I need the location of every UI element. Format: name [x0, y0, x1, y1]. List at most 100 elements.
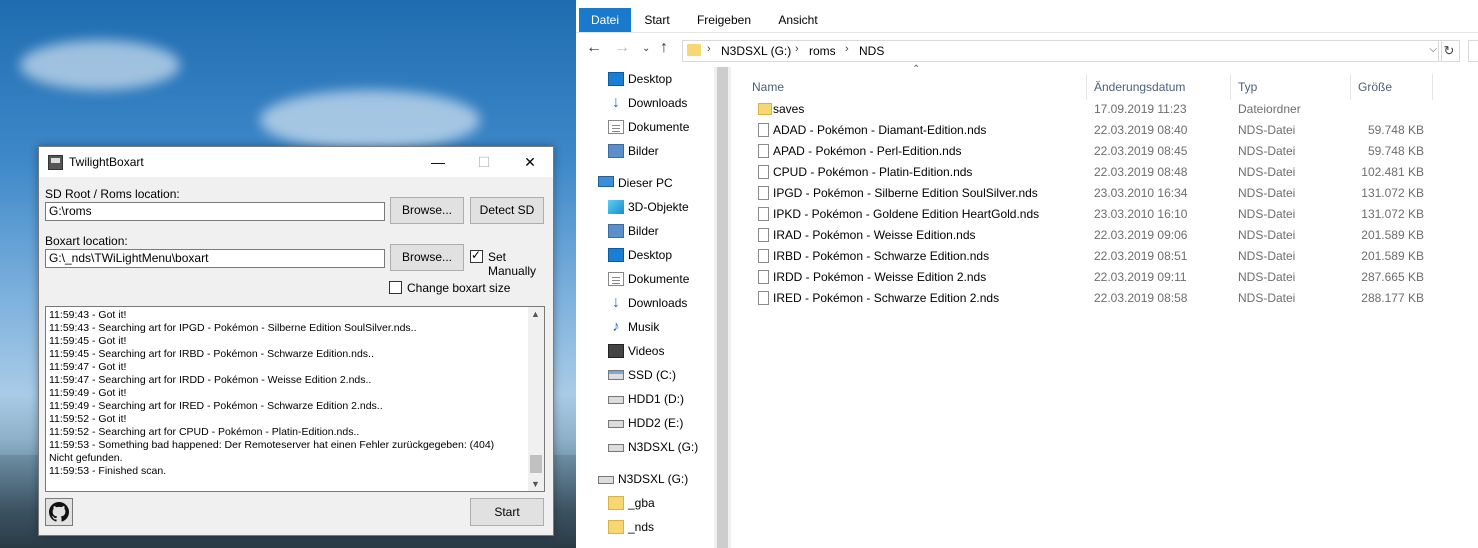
file-icon	[758, 249, 769, 263]
tab-freigeben[interactable]: Freigeben	[695, 8, 753, 32]
chevron-down-icon[interactable]: ⌵	[1429, 44, 1437, 55]
table-row[interactable]: IRAD - Pokémon - Weisse Edition.nds 22.03…	[732, 225, 1478, 246]
column-header-type[interactable]: Typ	[1238, 74, 1257, 100]
table-row[interactable]: saves 17.09.2019 11:23 Dateiordner	[732, 99, 1478, 120]
browse-boxart-button[interactable]: Browse...	[390, 244, 464, 271]
download-icon: ↓	[612, 294, 620, 311]
file-size: 287.665 KB	[1361, 270, 1424, 284]
twilightboxart-window: TwilightBoxart — ☐ ✕ SD Root / Roms loca…	[38, 146, 554, 536]
start-button[interactable]: Start	[470, 498, 544, 526]
change-boxart-size-label: Change boxart size	[407, 281, 511, 295]
table-row[interactable]: IPGD - Pokémon - Silberne Edition SoulSi…	[732, 183, 1478, 204]
change-boxart-size-checkbox[interactable]	[389, 281, 402, 294]
sidebar-item[interactable]: Videos	[608, 340, 712, 362]
column-header-size[interactable]: Größe	[1358, 74, 1392, 100]
boxart-location-input[interactable]: G:\_nds\TWiLightMenu\boxart	[45, 249, 385, 268]
sidebar-item-label: Dieser PC	[618, 176, 673, 190]
sidebar-item-label: 3D-Objekte	[628, 200, 689, 214]
sidebar-item[interactable]: N3DSXL (G:)	[598, 468, 712, 490]
column-header-name[interactable]: Name	[752, 74, 784, 100]
sidebar-item[interactable]: Dokumente	[608, 268, 712, 290]
tab-start[interactable]: Start	[642, 8, 672, 32]
log-scrollbar[interactable]: ▲ ▼	[528, 307, 544, 491]
nav-scrollbar[interactable]	[714, 67, 731, 548]
folder-icon	[608, 496, 624, 510]
log-line: 11:59:52 - Got it!	[49, 413, 127, 425]
refresh-icon[interactable]: ↻	[1438, 40, 1460, 62]
up-arrow-icon[interactable]: ↑	[660, 39, 668, 57]
chevron-right-icon[interactable]: ›	[845, 43, 849, 55]
file-type: NDS-Datei	[1238, 186, 1296, 200]
sidebar-item[interactable]: Dieser PC	[598, 172, 712, 194]
sidebar-item[interactable]: ♪ Musik	[608, 316, 712, 338]
table-row[interactable]: IRED - Pokémon - Schwarze Edition 2.nds 2…	[732, 288, 1478, 309]
scroll-thumb[interactable]	[530, 455, 542, 473]
download-icon: ↓	[612, 94, 620, 111]
sidebar-item[interactable]: _gba	[608, 492, 712, 514]
sidebar-item-label: Downloads	[628, 296, 688, 310]
tab-datei[interactable]: Datei	[579, 8, 631, 32]
sidebar-item-label: SSD (C:)	[628, 368, 676, 382]
sidebar-item-label: Desktop	[628, 248, 673, 262]
file-type: NDS-Datei	[1238, 270, 1296, 284]
sidebar-item[interactable]: HDD1 (D:)	[608, 388, 712, 410]
title-bar[interactable]: TwilightBoxart — ☐ ✕	[39, 147, 553, 177]
sidebar-item[interactable]: ↓ Downloads	[608, 292, 712, 314]
file-date: 22.03.2019 09:11	[1094, 270, 1187, 284]
address-row: ← → ⌄ ↑ › N3DSXL (G:) › roms › NDS ⌵ ↻	[576, 33, 1478, 67]
maximize-button[interactable]: ☐	[461, 147, 507, 177]
drive-icon	[598, 476, 614, 484]
log-textarea[interactable]: 11:59:43 - Got it! 11:59:43 - Searching a…	[45, 306, 545, 492]
sidebar-item[interactable]: SSD (C:)	[608, 364, 712, 386]
column-header-date[interactable]: Änderungsdatum	[1094, 74, 1185, 100]
table-row[interactable]: IRDD - Pokémon - Weisse Edition 2.nds 22.…	[732, 267, 1478, 288]
scroll-down-icon[interactable]: ▼	[531, 479, 540, 489]
back-arrow-icon[interactable]: ←	[586, 39, 602, 57]
github-button[interactable]	[45, 498, 73, 526]
log-line: 11:59:47 - Searching art for IRDD - Poké…	[49, 374, 372, 386]
sidebar-item[interactable]: _nds	[608, 516, 712, 538]
file-type: NDS-Datei	[1238, 249, 1296, 263]
chevron-right-icon[interactable]: ›	[795, 43, 799, 55]
file-date: 22.03.2019 08:40	[1094, 123, 1188, 137]
recent-dropdown-icon[interactable]: ⌄	[642, 43, 650, 54]
file-size: 201.589 KB	[1361, 249, 1424, 263]
sidebar-item[interactable]: 3D-Objekte	[608, 196, 712, 218]
breadcrumb-drive[interactable]: N3DSXL (G:)	[721, 44, 791, 58]
sidebar-item[interactable]: Desktop📌	[608, 68, 729, 90]
minimize-button[interactable]: —	[415, 147, 461, 177]
sidebar-item[interactable]: ↓Downloads📌	[608, 92, 729, 114]
breadcrumb-nds[interactable]: NDS	[859, 44, 884, 58]
tab-ansicht[interactable]: Ansicht	[776, 8, 820, 32]
table-row[interactable]: IRBD - Pokémon - Schwarze Edition.nds 22.…	[732, 246, 1478, 267]
address-bar[interactable]: › N3DSXL (G:) › roms › NDS ⌵	[682, 40, 1442, 62]
sidebar-item-label: Dokumente	[628, 272, 690, 286]
file-type: NDS-Datei	[1238, 144, 1296, 158]
file-name: IRAD - Pokémon - Weisse Edition.nds	[773, 228, 976, 242]
ssd-icon	[608, 370, 624, 380]
scroll-thumb[interactable]	[717, 67, 728, 548]
table-row[interactable]: IPKD - Pokémon - Goldene Edition HeartGo…	[732, 204, 1478, 225]
sidebar-item[interactable]: Bilder	[608, 220, 712, 242]
close-button[interactable]: ✕	[507, 147, 553, 177]
file-size: 59.748 KB	[1367, 144, 1424, 158]
sidebar-item-label: Musik	[628, 320, 660, 334]
detect-sd-button[interactable]: Detect SD	[470, 197, 544, 224]
forward-arrow-icon[interactable]: →	[614, 39, 630, 57]
sidebar-item[interactable]: HDD2 (E:)	[608, 412, 712, 434]
sd-root-input[interactable]: G:\roms	[45, 202, 385, 221]
browse-sd-button[interactable]: Browse...	[390, 197, 464, 224]
table-row[interactable]: CPUD - Pokémon - Platin-Edition.nds 22.03…	[732, 162, 1478, 183]
sidebar-item[interactable]: Bilder📌	[608, 140, 729, 162]
table-row[interactable]: ADAD - Pokémon - Diamant-Edition.nds 22.0…	[732, 120, 1478, 141]
sidebar-item[interactable]: Desktop	[608, 244, 712, 266]
sidebar-item[interactable]: Dokumente📌	[608, 116, 729, 138]
breadcrumb-roms[interactable]: roms	[809, 44, 836, 58]
scroll-up-icon[interactable]: ▲	[531, 309, 540, 319]
table-row[interactable]: APAD - Pokémon - Perl-Edition.nds 22.03.2…	[732, 141, 1478, 162]
sidebar-item[interactable]: N3DSXL (G:)	[608, 436, 712, 458]
search-input[interactable]	[1468, 40, 1478, 62]
video-icon	[608, 344, 624, 358]
set-manually-checkbox[interactable]	[470, 248, 483, 263]
file-size: 59.748 KB	[1367, 123, 1424, 137]
